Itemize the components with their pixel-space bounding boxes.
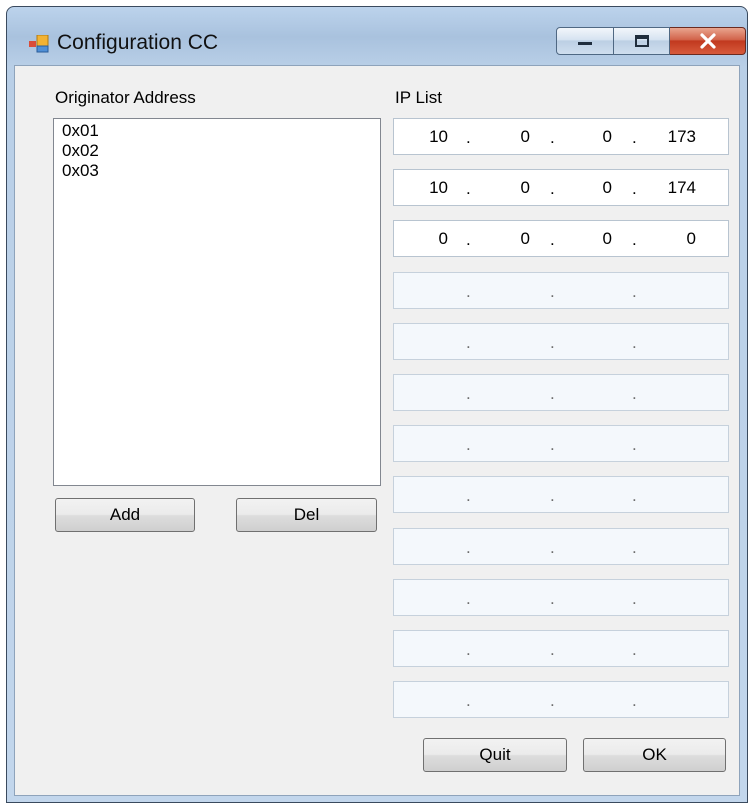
ip-octet-field[interactable]: 0 — [490, 127, 530, 147]
ip-separator: . — [550, 384, 555, 403]
ip-address-field: ... — [393, 681, 729, 719]
list-item[interactable]: 0x01 — [62, 121, 380, 141]
ip-separator: . — [632, 486, 637, 506]
ip-separator: . — [632, 332, 637, 352]
maximize-button[interactable] — [614, 27, 670, 55]
ip-octet-field[interactable]: 0 — [408, 229, 448, 249]
title-bar[interactable]: Configuration CC — [7, 7, 747, 67]
ip-separator: . — [466, 537, 471, 557]
ip-address-field: ... — [393, 322, 729, 360]
dialog-client-area: Originator Address 0x01 0x02 0x03 Add De… — [14, 65, 740, 796]
ip-separator: . — [632, 230, 637, 250]
list-item[interactable]: 0x03 — [62, 161, 380, 181]
ip-separator: . — [466, 691, 471, 711]
ip-address-field: ... — [393, 271, 729, 309]
ip-separator: . — [466, 332, 471, 352]
ip-separator: . — [550, 179, 555, 199]
ip-separator: . — [466, 588, 471, 608]
ip-separator: . — [632, 128, 637, 147]
ip-separator: . — [632, 640, 637, 659]
ip-separator: . — [550, 588, 555, 608]
ip-separator: . — [550, 230, 555, 250]
close-button[interactable] — [670, 27, 746, 55]
ip-octet-field[interactable]: 10 — [408, 127, 448, 147]
ip-separator: . — [550, 332, 555, 352]
ip-list-label: IP List — [395, 88, 442, 107]
ip-octet-field[interactable]: 174 — [656, 178, 696, 198]
window-title: Configuration CC — [57, 31, 219, 54]
app-form-icon — [29, 35, 49, 53]
ip-separator: . — [550, 128, 555, 147]
ip-separator: . — [632, 537, 637, 557]
ip-address-field: ... — [393, 630, 729, 667]
quit-button[interactable]: Quit — [423, 738, 567, 772]
ip-separator: . — [466, 281, 471, 301]
ip-separator: . — [632, 281, 637, 301]
ip-separator: . — [550, 281, 555, 301]
ip-octet-field[interactable]: 10 — [408, 178, 448, 198]
ip-separator: . — [466, 384, 471, 403]
ip-address-field[interactable]: 10 0 0 173... — [393, 118, 729, 155]
ip-separator: . — [466, 179, 471, 199]
configuration-window: Configuration CC Originator Address 0x01… — [6, 6, 748, 803]
ip-octet-field[interactable]: 0 — [572, 178, 612, 198]
ip-separator: . — [466, 128, 471, 147]
ip-octet-field[interactable]: 0 — [490, 229, 530, 249]
ip-address-field: ... — [393, 578, 729, 616]
ip-separator: . — [550, 537, 555, 557]
ip-separator: . — [550, 435, 555, 455]
ip-separator: . — [632, 179, 637, 199]
ip-separator: . — [550, 486, 555, 506]
close-icon — [699, 33, 716, 49]
minimize-icon — [578, 42, 592, 45]
ip-separator: . — [550, 691, 555, 711]
ip-address-field[interactable]: 0 0 0 0... — [393, 220, 729, 258]
ip-separator: . — [632, 588, 637, 608]
ip-separator: . — [466, 230, 471, 250]
ip-separator: . — [466, 486, 471, 506]
ip-separator: . — [466, 435, 471, 455]
add-button[interactable]: Add — [55, 498, 195, 532]
ip-separator: . — [632, 384, 637, 403]
ip-address-field: ... — [393, 425, 729, 463]
ip-address-field: ... — [393, 476, 729, 514]
ip-address-field: ... — [393, 527, 729, 565]
maximize-icon — [634, 35, 649, 47]
originator-address-label: Originator Address — [55, 88, 196, 107]
del-button[interactable]: Del — [236, 498, 377, 532]
minimize-button[interactable] — [556, 27, 614, 55]
ip-address-field[interactable]: 10 0 0 174... — [393, 169, 729, 207]
ip-octet-field[interactable]: 0 — [572, 127, 612, 147]
ip-separator: . — [632, 691, 637, 711]
originator-address-list[interactable]: 0x01 0x02 0x03 — [53, 118, 381, 486]
ip-separator: . — [632, 435, 637, 455]
ip-octet-field[interactable]: 0 — [656, 229, 696, 249]
ip-octet-field[interactable]: 0 — [490, 178, 530, 198]
ip-address-field: ... — [393, 374, 729, 411]
ip-octet-field[interactable]: 0 — [572, 229, 612, 249]
ip-separator: . — [550, 640, 555, 659]
list-item[interactable]: 0x02 — [62, 141, 380, 161]
ip-separator: . — [466, 640, 471, 659]
ok-button[interactable]: OK — [583, 738, 726, 772]
ip-octet-field[interactable]: 173 — [656, 127, 696, 147]
